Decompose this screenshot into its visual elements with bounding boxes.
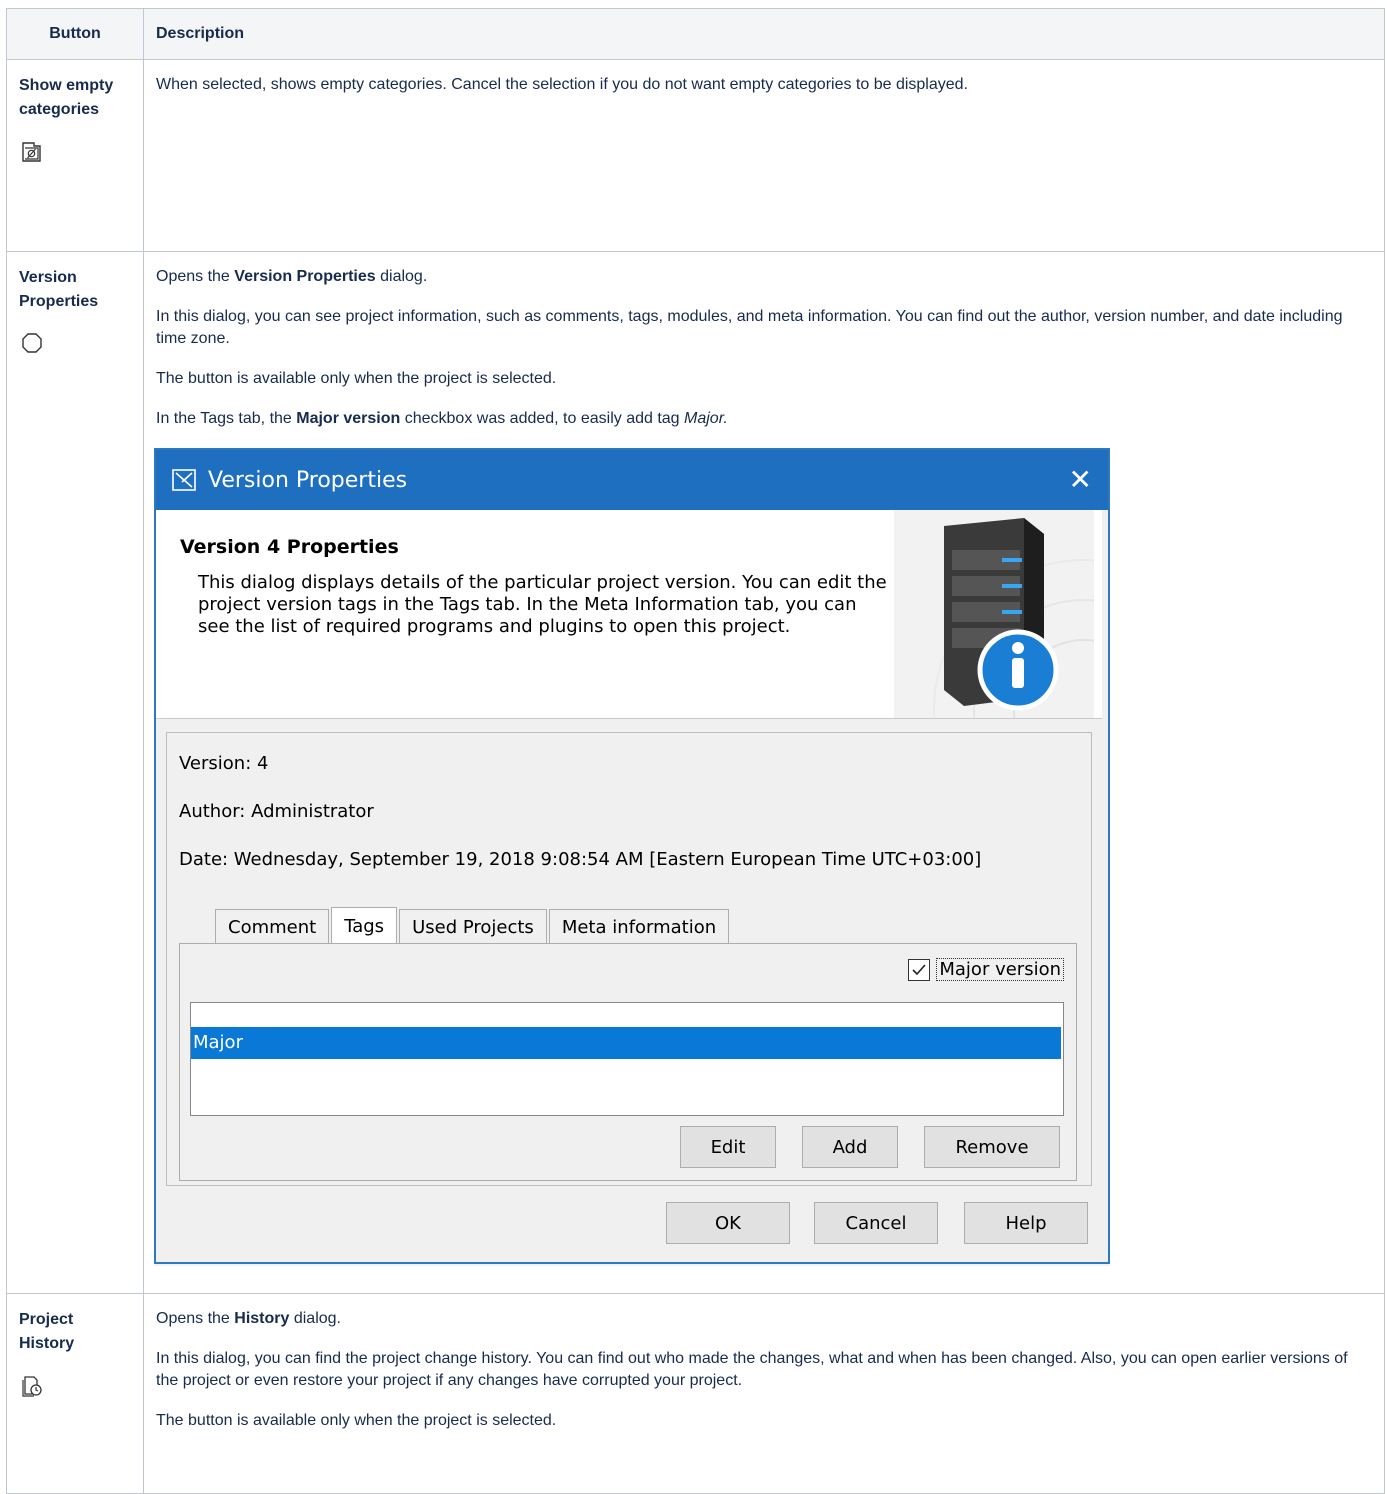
button-name: Project History	[19, 1311, 75, 1352]
column-header-description: Description	[143, 8, 1385, 60]
tags-panel: Major version Major Edit Add Remove	[179, 943, 1077, 1181]
checkbox-label: Major version	[936, 958, 1064, 981]
description-text: The button is available only when the pr…	[156, 370, 557, 387]
description-text: When selected, shows empty categories. C…	[156, 76, 968, 93]
description-text: In this dialog, you can see project info…	[156, 308, 1343, 347]
add-button[interactable]: Add	[802, 1126, 898, 1168]
dialog-title: Version Properties	[208, 467, 408, 493]
major-version-checkbox[interactable]: Major version	[908, 958, 1064, 981]
buttons-table: Button Description Show empty categories…	[6, 8, 1385, 1494]
column-header-button: Button	[6, 8, 144, 60]
description-text: Opens the Version Properties dialog.	[156, 268, 428, 285]
description-text: In the Tags tab, the Major version check…	[156, 410, 728, 427]
version-properties-dialog-screenshot: Version Properties ✕ Version 4 Propertie…	[154, 448, 1235, 1266]
ok-button[interactable]: OK	[666, 1202, 790, 1244]
button-name: Show empty categories	[19, 77, 114, 118]
help-button[interactable]: Help	[964, 1202, 1088, 1244]
tags-list[interactable]: Major	[190, 1002, 1064, 1116]
dialog-header-title: Version 4 Properties	[180, 536, 399, 558]
button-name: Version Properties	[19, 269, 99, 310]
edit-button[interactable]: Edit	[680, 1126, 776, 1168]
table-row: Project History Opens the History dialog…	[6, 1293, 1385, 1494]
tab-comment[interactable]: Comment	[215, 909, 330, 944]
remove-button[interactable]: Remove	[924, 1126, 1060, 1168]
description-cell: When selected, shows empty categories. C…	[143, 59, 1385, 252]
version-properties-dialog: Version Properties ✕ Version 4 Propertie…	[154, 448, 1235, 1264]
dialog-header-text: This dialog displays details of the part…	[198, 572, 887, 637]
server-info-icon	[894, 510, 1235, 861]
dialog-titlebar: Version Properties ✕	[156, 450, 1108, 510]
close-icon[interactable]: ✕	[1069, 466, 1092, 494]
cancel-button[interactable]: Cancel	[814, 1202, 938, 1244]
dialog-body: Version: 4 Author: Administrator Date: W…	[166, 732, 1092, 1186]
description-text: Opens the History dialog.	[156, 1310, 341, 1327]
button-name-cell: Version Properties	[6, 251, 144, 1294]
tab-meta-information[interactable]: Meta information	[548, 909, 730, 944]
show-empty-categories-icon	[22, 142, 41, 162]
description-cell: Opens the Version Properties dialog. In …	[143, 251, 1385, 1294]
version-label: Version: 4	[179, 753, 269, 774]
date-label: Date: Wednesday, September 19, 2018 9:08…	[179, 849, 982, 870]
description-text: In this dialog, you can find the project…	[156, 1350, 1348, 1389]
version-properties-icon	[22, 333, 42, 353]
author-label: Author: Administrator	[179, 801, 374, 822]
app-logo-icon	[172, 469, 196, 491]
table-row: Show empty categories When selected, sho…	[6, 59, 1385, 252]
tab-bar: Comment Tags Used Projects Meta informat…	[215, 907, 731, 944]
tab-tags[interactable]: Tags	[331, 907, 398, 944]
checkbox-box[interactable]	[908, 958, 931, 981]
tab-used-projects[interactable]: Used Projects	[399, 909, 547, 944]
checkmark-icon	[912, 963, 926, 975]
description-cell: Opens the History dialog. In this dialog…	[143, 1293, 1385, 1494]
description-text: The button is available only when the pr…	[156, 1412, 557, 1429]
button-name-cell: Show empty categories	[6, 59, 144, 252]
table-row: Version Properties Opens the Version Pro…	[6, 251, 1385, 1294]
table-header-row: Button Description	[6, 8, 1385, 60]
button-name-cell: Project History	[6, 1293, 144, 1494]
dialog-header: Version 4 Properties This dialog display…	[156, 510, 1235, 861]
list-item[interactable]: Major	[191, 1027, 1061, 1059]
project-history-icon	[22, 1376, 42, 1397]
